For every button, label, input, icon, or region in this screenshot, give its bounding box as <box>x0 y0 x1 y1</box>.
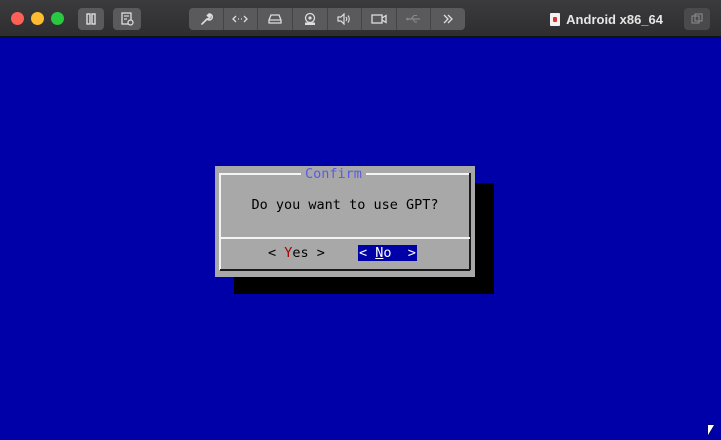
snapshot-button[interactable] <box>113 8 141 30</box>
speaker-icon <box>337 13 351 25</box>
display-button[interactable] <box>684 8 710 30</box>
network-button[interactable] <box>224 8 259 30</box>
yes-button-prefix: < <box>268 245 285 261</box>
camera-user-icon <box>304 12 315 25</box>
vm-console[interactable]: Confirm Do you want to use GPT? < Yes > … <box>0 37 721 440</box>
vm-window: Android x86_64 Confirm Do you want to us… <box>0 0 721 440</box>
settings-button[interactable] <box>189 8 224 30</box>
dialog-message: Do you want to use GPT? <box>251 197 439 213</box>
yes-button-rest: es > <box>292 245 325 261</box>
video-button[interactable] <box>362 8 397 30</box>
code-arrows-icon <box>232 15 249 23</box>
zoom-button[interactable] <box>51 12 64 25</box>
usb-button[interactable] <box>397 8 432 30</box>
yes-button[interactable]: < Yes > <box>268 245 325 261</box>
pause-icon <box>86 13 96 25</box>
windows-overlap-icon <box>691 13 703 24</box>
usb-icon <box>405 14 420 23</box>
device-toolbar <box>189 8 465 30</box>
confirm-dialog: Confirm Do you want to use GPT? < Yes > … <box>215 166 475 277</box>
video-camera-icon <box>371 14 387 24</box>
title-bar: Android x86_64 <box>0 0 721 37</box>
dialog-separator <box>220 237 470 239</box>
no-button-rest: o > <box>383 245 416 261</box>
no-button-prefix: < <box>359 245 376 261</box>
wrench-icon <box>201 13 213 25</box>
chevron-double-right-icon <box>443 14 454 24</box>
dialog-frame-left <box>219 173 221 270</box>
mouse-cursor-icon <box>708 425 714 435</box>
pause-button[interactable] <box>78 8 104 30</box>
sound-button[interactable] <box>328 8 363 30</box>
disk-icon <box>268 14 282 24</box>
disk-button[interactable] <box>258 8 293 30</box>
window-title-text: Android x86_64 <box>566 11 663 27</box>
dialog-frame-bottom <box>220 269 470 271</box>
window-title: Android x86_64 <box>550 10 663 28</box>
no-button[interactable]: < No > <box>358 245 417 261</box>
close-button[interactable] <box>11 12 24 25</box>
camera-device-button[interactable] <box>293 8 328 30</box>
snapshot-icon <box>121 12 134 26</box>
dialog-frame-right <box>469 173 471 270</box>
dialog-title: Confirm <box>301 166 366 182</box>
minimize-button[interactable] <box>31 12 44 25</box>
vm-document-icon <box>550 12 561 26</box>
more-button[interactable] <box>431 8 465 30</box>
